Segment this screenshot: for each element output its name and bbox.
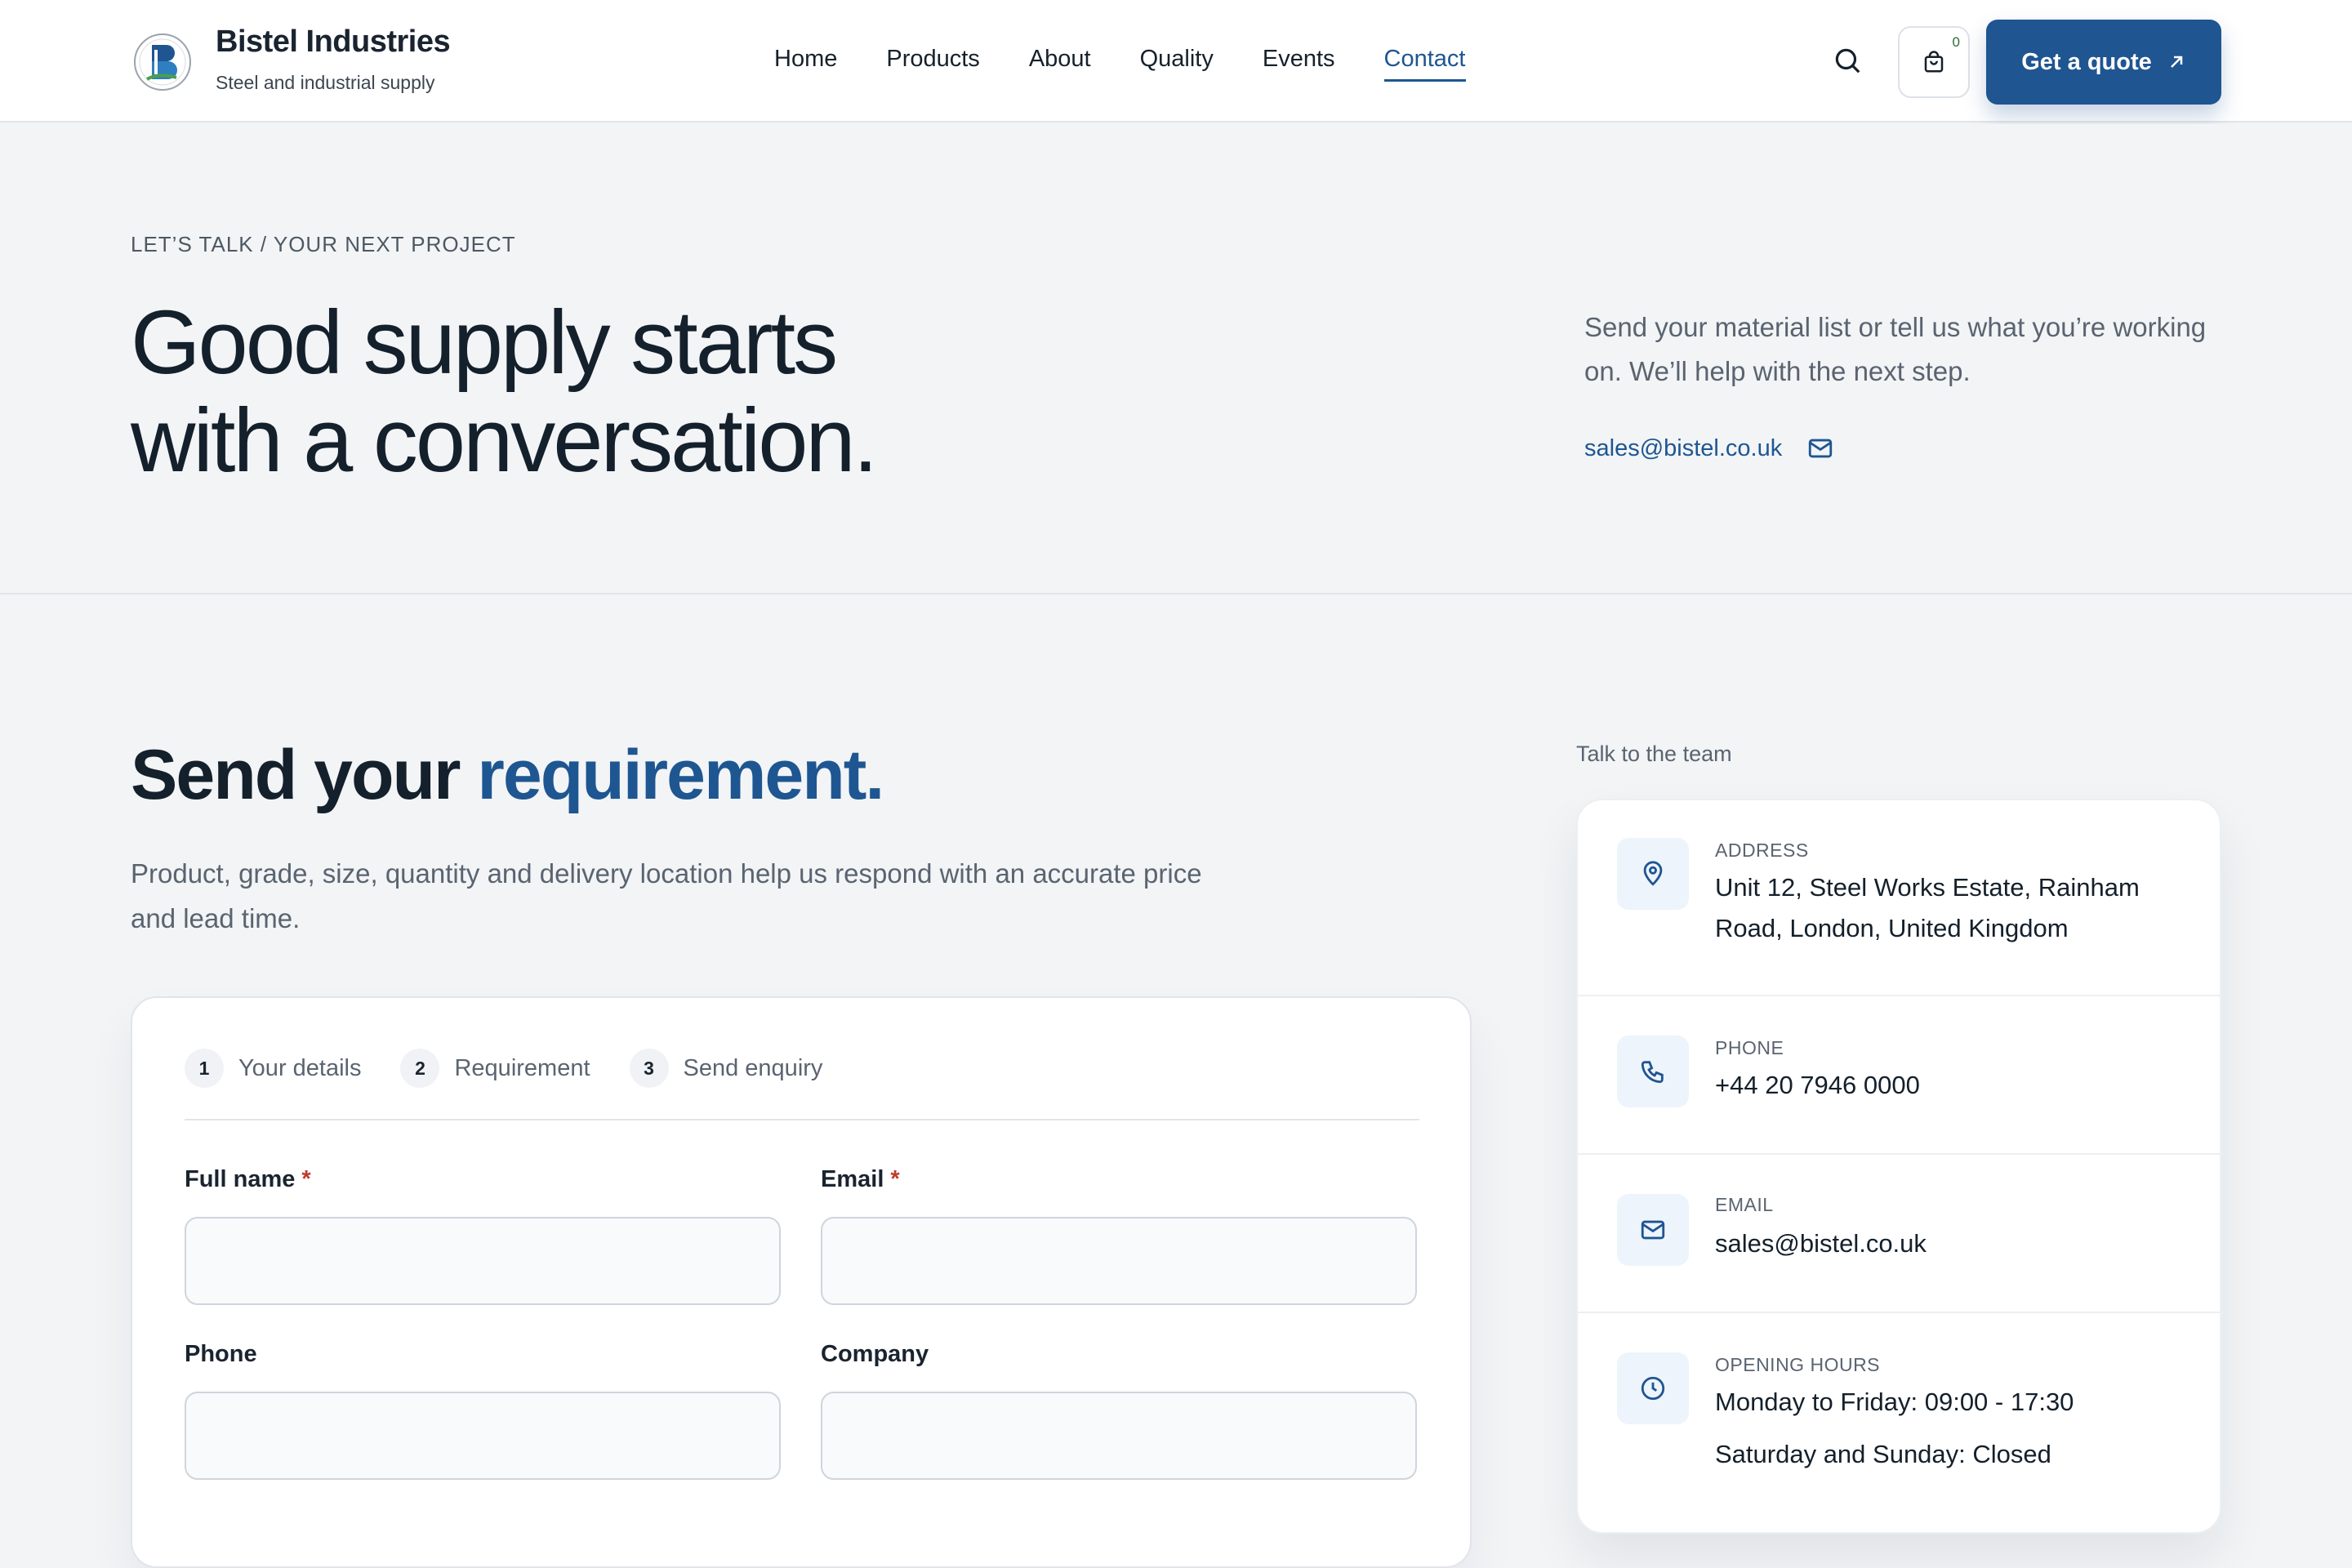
requirement-title: Send your requirement. (131, 735, 884, 816)
email-key: EMAIL (1715, 1194, 1774, 1215)
get-a-quote-label: Get a quote (2021, 48, 2152, 75)
brand-name[interactable]: Bistel Industries (216, 24, 451, 60)
shopping-bag-icon (1924, 51, 1944, 73)
search-icon (1835, 48, 1860, 74)
company-label: Company (821, 1341, 929, 1367)
location-pin-icon (1617, 838, 1689, 910)
enquiry-section: Send your requirement. Product, grade, s… (0, 596, 2352, 1568)
phone-icon (1617, 1036, 1689, 1107)
address-value: Unit 12, Steel Works Estate, Rainham Roa… (1715, 873, 2140, 942)
form-steps: 1 Your details 2 Requirement 3 Send enqu… (185, 1049, 862, 1088)
hero-section: LET’S TALK / YOUR NEXT PROJECT Good supp… (0, 124, 2352, 595)
hours-weekend: Saturday and Sunday: Closed (1715, 1440, 2051, 1468)
mail-icon (1617, 1194, 1689, 1266)
step-number: 1 (185, 1049, 224, 1088)
enquiry-form: 1 Your details 2 Requirement 3 Send enqu… (131, 996, 1472, 1568)
hero-description: Send your material list or tell us what … (1584, 312, 2207, 386)
step-label: Your details (238, 1054, 362, 1081)
site-header: Bistel Industries Steel and industrial s… (0, 0, 2352, 122)
mail-icon (1809, 439, 1833, 458)
brand-logo-icon[interactable] (131, 30, 194, 94)
requirement-title-prefix: Send your (131, 736, 478, 814)
clock-icon (1617, 1352, 1689, 1424)
hero-title: Good supply starts with a conversation. (131, 292, 878, 491)
company-input[interactable] (821, 1392, 1417, 1480)
hero-title-line-1: Good supply starts (131, 292, 838, 393)
contact-row-phone: PHONE +44 20 7946 0000 (1578, 996, 2223, 1155)
requirement-title-accent: requirement. (477, 736, 884, 814)
full-name-label: Full name * (185, 1166, 311, 1193)
phone-label: Phone (185, 1341, 257, 1367)
step-number: 3 (629, 1049, 669, 1088)
hero-title-line-2: with a conversation. (131, 390, 878, 491)
hero-eyebrow: LET’S TALK / YOUR NEXT PROJECT (131, 232, 516, 256)
email-value[interactable]: sales@bistel.co.uk (1715, 1223, 2197, 1264)
nav-item-home[interactable]: Home (774, 46, 837, 82)
steps-divider (185, 1119, 1419, 1120)
step-your-details[interactable]: 1 Your details (185, 1049, 361, 1088)
email-input[interactable] (821, 1217, 1417, 1305)
email-label-text: Email (821, 1166, 884, 1192)
search-button[interactable] (1828, 41, 1867, 80)
contact-row-hours: OPENING HOURS Monday to Friday: 09:00 - … (1578, 1313, 2223, 1535)
contact-row-address: ADDRESS Unit 12, Steel Works Estate, Rai… (1578, 800, 2223, 996)
phone-value[interactable]: +44 20 7946 0000 (1715, 1065, 2197, 1106)
contact-card: ADDRESS Unit 12, Steel Works Estate, Rai… (1576, 799, 2223, 1535)
cart-button[interactable]: 0 (1898, 26, 1970, 98)
full-name-input[interactable] (185, 1217, 781, 1305)
contact-row-email: EMAIL sales@bistel.co.uk (1578, 1155, 2223, 1313)
talk-to-team-label: Talk to the team (1576, 742, 1732, 766)
get-a-quote-button[interactable]: Get a quote (1986, 20, 2221, 105)
phone-input[interactable] (185, 1392, 781, 1480)
brand-tagline: Steel and industrial supply (216, 72, 435, 93)
cart-count-badge: 0 (1952, 34, 1960, 50)
hero-email-link[interactable]: sales@bistel.co.uk (1584, 434, 1834, 462)
phone-key: PHONE (1715, 1037, 1784, 1058)
arrow-up-right-icon (2170, 56, 2182, 68)
step-label: Requirement (454, 1054, 590, 1081)
step-requirement[interactable]: 2 Requirement (400, 1049, 590, 1088)
hours-weekday: Monday to Friday: 09:00 - 17:30 (1715, 1388, 2074, 1416)
required-marker: * (301, 1166, 311, 1192)
full-name-label-text: Full name (185, 1166, 296, 1192)
nav-item-contact[interactable]: Contact (1383, 46, 1466, 82)
main-nav: Home Products About Quality Events Conta… (774, 46, 1515, 82)
hero-email-text[interactable]: sales@bistel.co.uk (1584, 435, 1782, 462)
hours-key: OPENING HOURS (1715, 1354, 1881, 1375)
required-marker: * (890, 1166, 900, 1192)
nav-item-quality[interactable]: Quality (1140, 46, 1214, 82)
nav-item-products[interactable]: Products (886, 46, 979, 82)
requirement-description: Product, grade, size, quantity and deliv… (131, 858, 1202, 933)
nav-item-about[interactable]: About (1029, 46, 1091, 82)
step-number: 2 (400, 1049, 440, 1088)
step-label: Send enquiry (683, 1054, 823, 1081)
step-send-enquiry[interactable]: 3 Send enquiry (629, 1049, 823, 1088)
email-label: Email * (821, 1166, 900, 1193)
address-key: ADDRESS (1715, 840, 1809, 861)
nav-item-events[interactable]: Events (1263, 46, 1335, 82)
